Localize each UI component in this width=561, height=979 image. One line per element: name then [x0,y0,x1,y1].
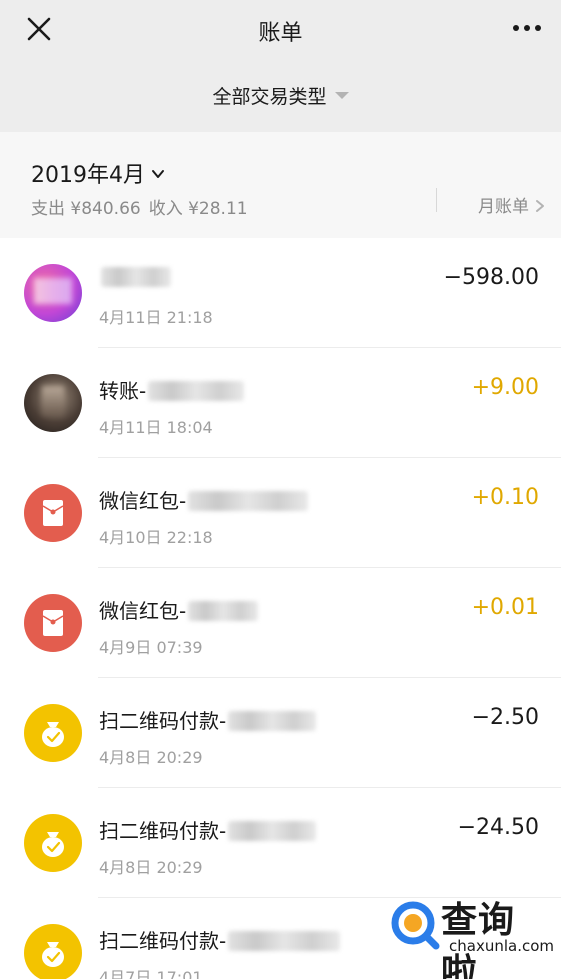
red-envelope-icon [24,594,82,652]
redacted-text [148,380,245,401]
transaction-type-filter[interactable]: 全部交易类型 [0,82,561,109]
page-title: 账单 [258,21,303,46]
summary-divider [436,188,437,212]
money-bag-icon [24,924,82,979]
transaction-name: 扫二维码付款- [99,925,341,954]
transaction-amount: −598.00 [443,265,539,290]
redacted-text [228,930,341,951]
transaction-amount: +9.00 [471,375,539,400]
transaction-row[interactable]: 微信红包- 4月10日 22:18 +0.10 [0,458,561,568]
month-selector[interactable]: 2019年4月 [31,157,165,189]
transaction-row[interactable]: 扫二维码付款- 4月8日 20:29 −2.50 [0,678,561,788]
month-label: 2019年4月 [31,163,145,188]
monthly-bill-label: 月账单 [478,197,529,217]
redacted-text [188,600,259,621]
caret-down-icon [334,92,349,99]
transaction-time: 4月8日 20:29 [99,858,203,877]
transaction-amount: +0.10 [471,485,539,510]
redacted-text [228,710,317,731]
transaction-time: 4月8日 20:29 [99,748,203,767]
transaction-time: 4月9日 07:39 [99,638,203,657]
transaction-name: 扫二维码付款- [99,815,317,844]
user-avatar [24,374,82,432]
monthly-bill-link[interactable]: 月账单 [478,192,545,217]
redacted-text [188,490,309,511]
transaction-list: 4月11日 21:18 −598.00 转账- 4月11日 18:04 +9.0… [0,238,561,979]
watermark-text: 查询啦 [441,900,516,979]
transaction-time: 4月11日 21:18 [99,308,213,327]
search-logo-icon [389,899,441,951]
expense-total: 支出 ¥840.66 [31,199,141,219]
filter-label: 全部交易类型 [212,86,327,108]
chevron-right-icon [536,200,544,212]
month-summary: 2019年4月 支出 ¥840.66 收入 ¥28.11 月账单 [0,132,561,238]
transaction-name: 扫二维码付款- [99,705,317,734]
more-icon[interactable] [511,16,543,40]
income-total: 收入 ¥28.11 [148,199,248,219]
transaction-name: 微信红包- [99,485,309,514]
transaction-time: 4月11日 18:04 [99,418,213,437]
transaction-row[interactable]: 扫二维码付款- 4月8日 20:29 −24.50 [0,788,561,898]
money-bag-icon [24,814,82,872]
red-envelope-icon [24,484,82,542]
chevron-down-icon [152,170,164,178]
transaction-row[interactable]: 4月11日 21:18 −598.00 [0,238,561,348]
watermark: 查询啦 chaxunla.com [383,889,554,979]
transaction-time: 4月7日 17:01 [99,968,203,979]
transaction-name: 转账- [99,375,245,404]
transaction-amount: −24.50 [457,815,539,840]
top-bar: 账单 [0,0,561,58]
transaction-amount: −2.50 [471,705,539,730]
transaction-time: 4月10日 22:18 [99,528,213,547]
transaction-row[interactable]: 微信红包- 4月9日 07:39 +0.01 [0,568,561,678]
redacted-text [101,266,171,287]
transaction-name [99,265,171,289]
merchant-avatar [24,264,82,322]
filter-bar: 全部交易类型 [0,58,561,132]
transaction-amount: +0.01 [471,595,539,620]
watermark-url: chaxunla.com [449,937,554,955]
transaction-name: 微信红包- [99,595,259,624]
transaction-row[interactable]: 转账- 4月11日 18:04 +9.00 [0,348,561,458]
month-totals: 支出 ¥840.66 收入 ¥28.11 [31,194,256,219]
redacted-text [228,820,317,841]
money-bag-icon [24,704,82,762]
